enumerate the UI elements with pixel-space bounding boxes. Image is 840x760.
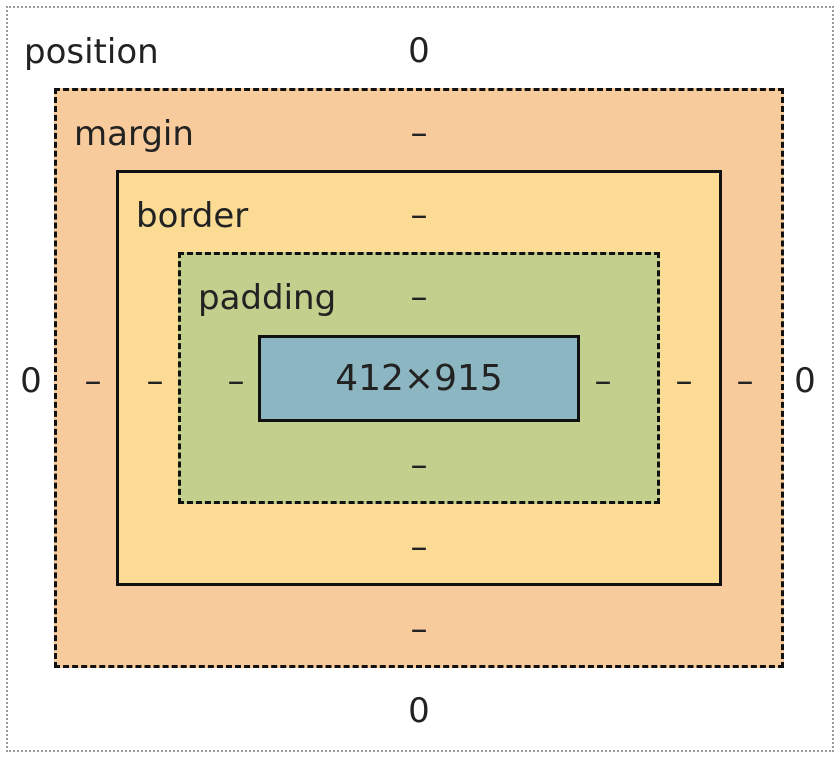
margin-right-value[interactable]: –: [737, 361, 754, 401]
border-bottom-value[interactable]: –: [411, 527, 428, 567]
border-top-value[interactable]: –: [411, 195, 428, 235]
padding-right-value[interactable]: –: [595, 361, 612, 401]
content-size[interactable]: 412×915: [261, 338, 577, 419]
border-right-value[interactable]: –: [676, 361, 693, 401]
padding-label: padding: [198, 278, 337, 318]
position-right-value[interactable]: 0: [794, 361, 816, 401]
border-label: border: [136, 196, 249, 236]
margin-left-value[interactable]: –: [85, 361, 102, 401]
position-top-value[interactable]: 0: [408, 31, 430, 71]
position-bottom-value[interactable]: 0: [408, 691, 430, 731]
border-left-value[interactable]: –: [147, 361, 164, 401]
margin-bottom-value[interactable]: –: [411, 609, 428, 649]
position-label: position: [24, 32, 159, 72]
position-left-value[interactable]: 0: [20, 361, 42, 401]
padding-top-value[interactable]: –: [411, 277, 428, 317]
margin-label: margin: [74, 114, 194, 154]
content-box[interactable]: 412×915: [258, 335, 580, 422]
padding-left-value[interactable]: –: [228, 361, 245, 401]
padding-bottom-value[interactable]: –: [411, 445, 428, 485]
margin-top-value[interactable]: –: [411, 113, 428, 153]
